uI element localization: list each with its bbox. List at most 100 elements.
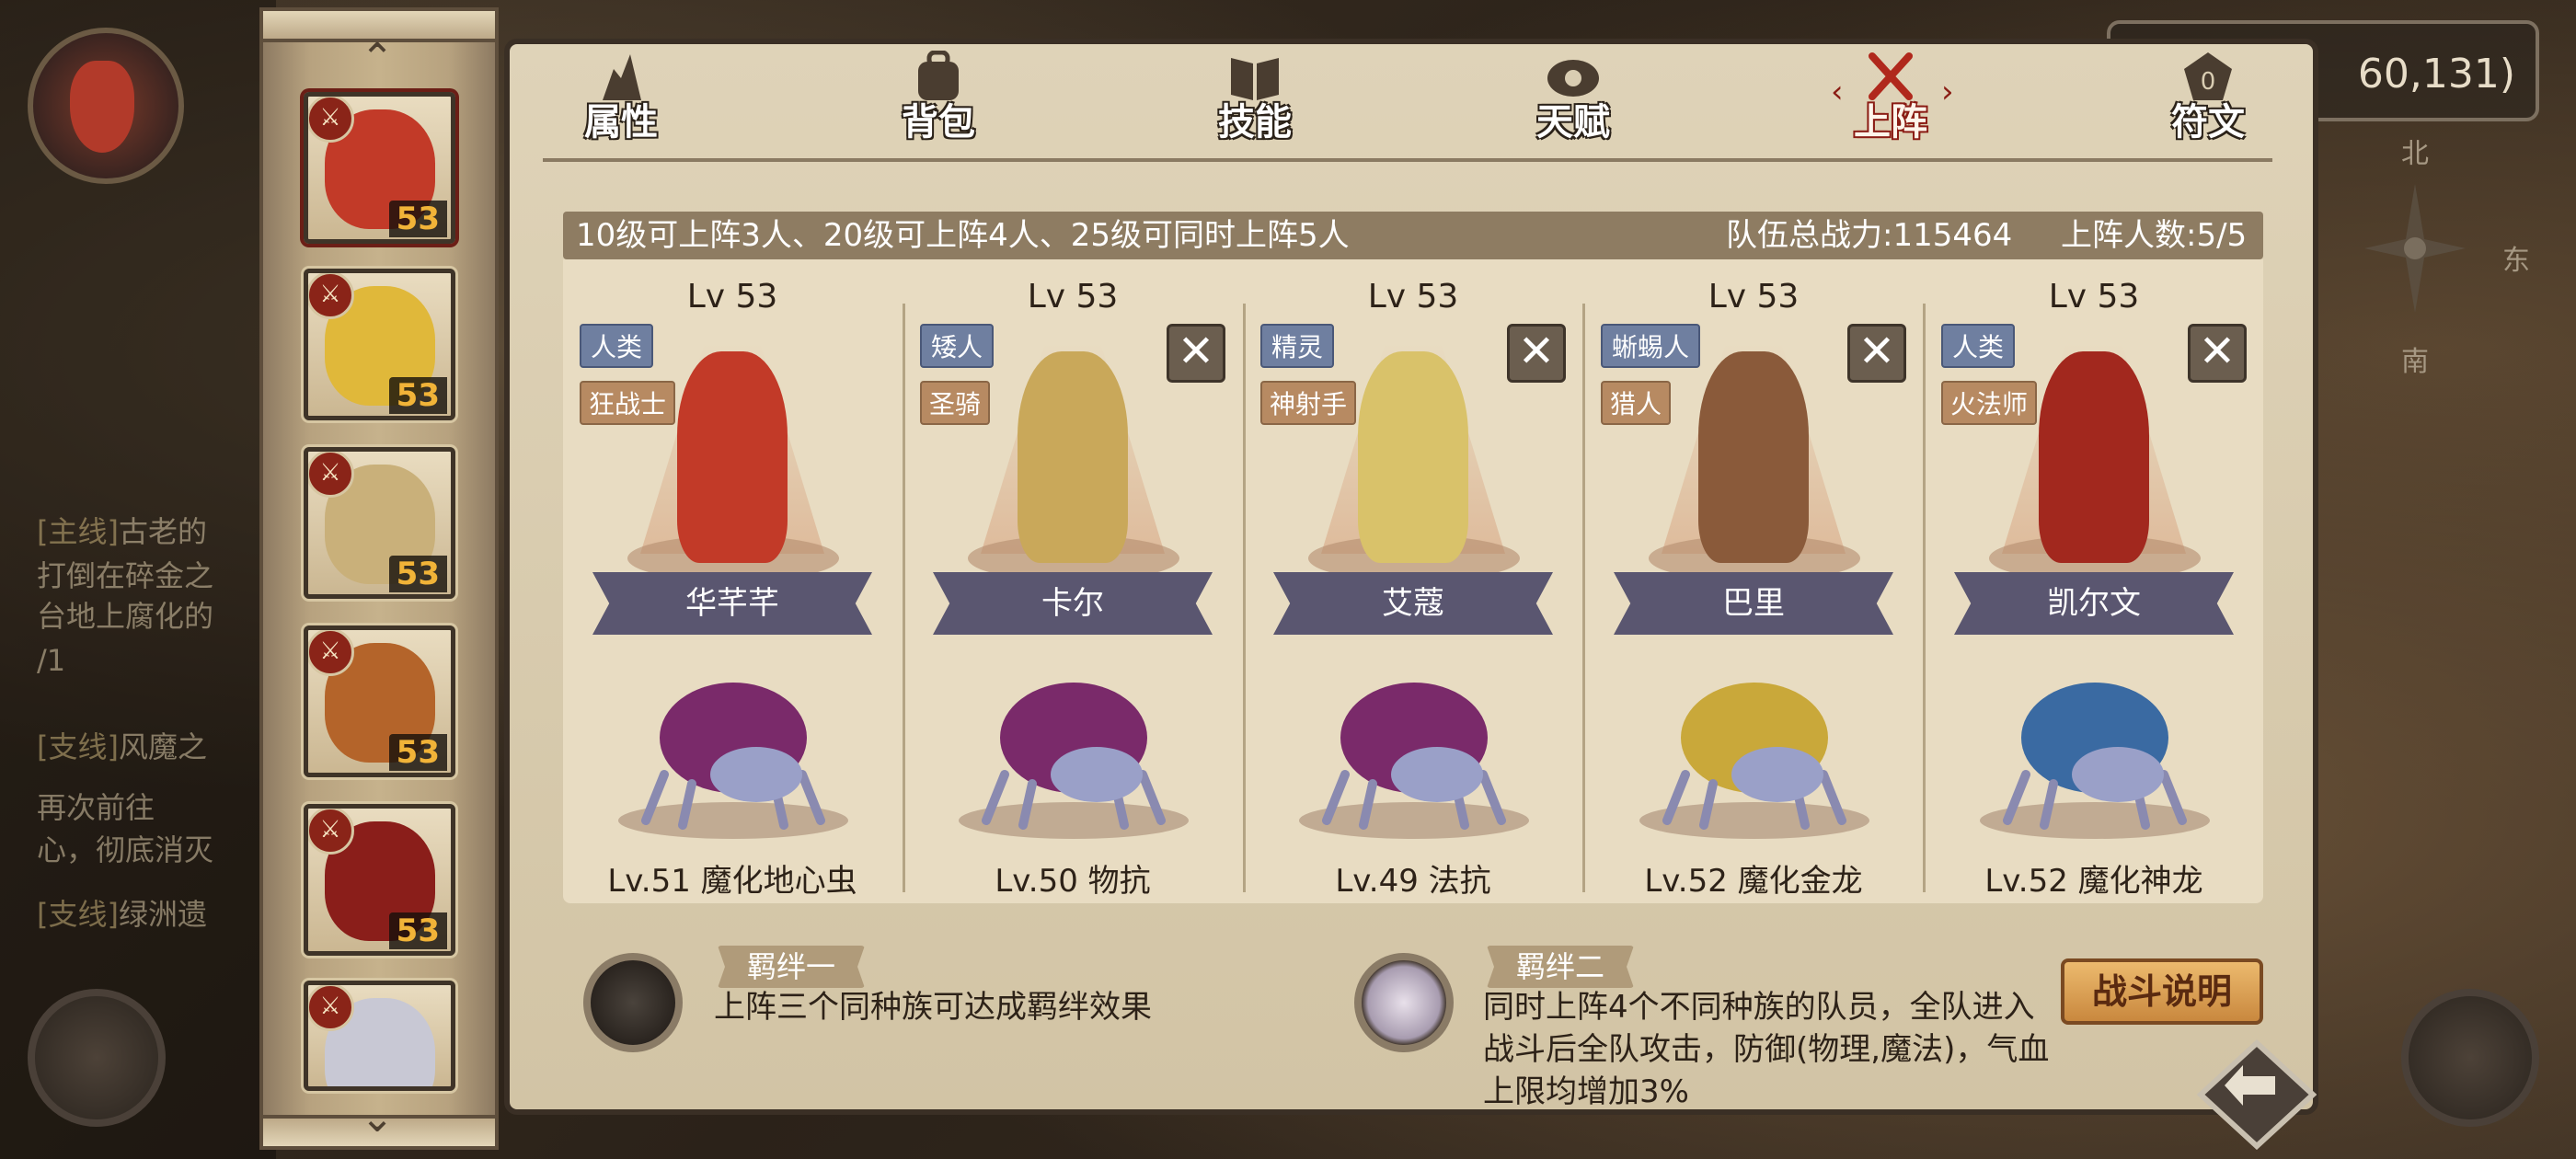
roster-character-slot[interactable]: ⚔ 53 (304, 269, 455, 420)
member-level: Lv 53 (1027, 278, 1119, 316)
tab-attributes[interactable]: 属性 (538, 51, 704, 152)
pet-figure[interactable] (1649, 664, 1860, 830)
race-badge: 人类 (1941, 324, 2016, 368)
attribute-icon (603, 54, 641, 100)
race-badge: 人类 (580, 324, 654, 368)
quest-entry-text: 打倒在碎金之 (37, 558, 214, 593)
roster-character-slot[interactable]: ⚔ (304, 981, 455, 1091)
tab-divider (543, 158, 2272, 162)
pet-figure[interactable] (627, 664, 839, 830)
class-badge: 圣骑 (920, 381, 991, 425)
remove-member-button[interactable]: ✕ (1167, 324, 1225, 383)
hero-figure (1018, 351, 1128, 563)
tab-skills[interactable]: 技能 (1172, 51, 1338, 152)
backpack-icon (918, 51, 959, 100)
bond-two-title: 羁绊二 (1487, 946, 1635, 988)
pet-name: Lv.52 魔化金龙 (1644, 863, 1863, 900)
bond-one-icon[interactable] (583, 953, 683, 1052)
battle-info-button[interactable]: 战斗说明 (2061, 958, 2263, 1025)
member-name: 巴里 (1722, 585, 1785, 622)
tab-label: 天赋 (1536, 101, 1610, 143)
active-tab-left-marker-icon: ‹ (1831, 74, 1844, 110)
quest-entry-text: 再次前往 (37, 790, 155, 825)
team-member-slot[interactable]: Lv 53 精灵 神射手 ✕ 艾蔻 Lv.49 法抗 (1244, 259, 1582, 903)
bond-one-title: 羁绊一 (718, 946, 866, 988)
crossed-swords-icon (1869, 52, 1913, 100)
character-level: 53 (388, 201, 447, 237)
quest-entry[interactable]: [支线]风魔之 (37, 727, 276, 767)
class-icon: ⚔ (308, 452, 354, 498)
member-name-banner: 卡尔 (933, 572, 1213, 635)
team-member-slot[interactable]: Lv 53 人类 狂战士 华芊芊 Lv.51 魔化地心虫 (563, 259, 902, 903)
remove-member-button[interactable]: ✕ (1847, 324, 1906, 383)
pet-figure[interactable] (1989, 664, 2201, 830)
member-level: Lv 53 (686, 278, 778, 316)
tab-label: 属性 (584, 101, 658, 143)
roster-character-slot[interactable]: ⚔ 53 (304, 804, 455, 956)
roster-character-slot[interactable]: ⚔ 53 (304, 625, 455, 777)
member-name: 华芊芊 (685, 585, 779, 622)
pet-name: Lv.49 法抗 (1335, 863, 1491, 900)
character-level: 53 (388, 556, 447, 592)
hero-figure (677, 351, 788, 563)
lineup-count-label: 上阵人数:5/5 (2061, 217, 2248, 254)
race-badge: 蜥蜴人 (1601, 324, 1701, 368)
bond-two-text-line: 上限均增加3% (1483, 1073, 1689, 1110)
back-arrow-icon[interactable] (2197, 1039, 2317, 1150)
compass-rose-icon (2364, 184, 2466, 313)
remove-member-button[interactable]: ✕ (2188, 324, 2247, 383)
member-name-banner: 艾蔻 (1273, 572, 1553, 635)
member-name-banner: 巴里 (1614, 572, 1893, 635)
tab-talent[interactable]: 天赋 (1490, 51, 1656, 152)
active-tab-right-marker-icon: › (1941, 74, 1954, 110)
pet-name: Lv.52 魔化神龙 (1984, 863, 2203, 900)
class-icon: ⚔ (308, 985, 354, 1031)
tab-runes[interactable]: 0 符文 (2125, 51, 2291, 152)
compass-east: 东 (2502, 245, 2530, 277)
class-icon: ⚔ (308, 97, 354, 143)
skill-book-icon (1231, 58, 1279, 100)
pet-name: Lv.51 魔化地心虫 (607, 863, 857, 900)
race-badge: 矮人 (920, 324, 995, 368)
quest-entry[interactable]: [主线]古老的 (37, 511, 276, 552)
team-member-slot[interactable]: Lv 53 人类 火法师 ✕ 凯尔文 Lv.52 魔化神龙 (1925, 259, 2263, 903)
member-name: 凯尔文 (2047, 585, 2141, 622)
team-member-slot[interactable]: Lv 53 矮人圣骑 ✕ 卡尔 Lv.50 物抗 (903, 259, 1242, 903)
remove-member-button[interactable]: ✕ (1507, 324, 1566, 383)
compass-north: 北 (2401, 138, 2429, 170)
character-level: 53 (388, 734, 447, 771)
member-name-banner: 华芊芊 (592, 572, 872, 635)
hero-figure (1698, 351, 1809, 563)
player-avatar[interactable] (28, 28, 184, 184)
scroll-up-icon[interactable]: ⌃ (350, 39, 405, 79)
bond-two-icon[interactable] (1354, 953, 1454, 1052)
team-power-label: 队伍总战力:115464 (1726, 217, 2013, 254)
pet-figure[interactable] (1308, 664, 1520, 830)
member-name: 艾蔻 (1382, 585, 1444, 622)
roster-character-slot[interactable]: ⚔ 53 (304, 447, 455, 599)
pet-name: Lv.50 物抗 (995, 863, 1151, 900)
pet-figure[interactable] (968, 664, 1179, 830)
compass-south: 南 (2401, 346, 2429, 378)
character-level: 53 (388, 377, 447, 414)
member-level: Lv 53 (1708, 278, 1800, 316)
quest-entry-text: 台地上腐化的 (37, 599, 214, 634)
tab-backpack[interactable]: 背包 (856, 51, 1021, 152)
class-badge: 火法师 (1941, 381, 2038, 425)
bond-one-text: 上阵三个同种族可达成羁绊效果 (714, 989, 1152, 1026)
tab-label: 符文 (2171, 101, 2245, 143)
class-badge: 神射手 (1260, 381, 1357, 425)
team-member-slot[interactable]: Lv 53 蜥蜴人 猎人 ✕ 巴里 Lv.52 魔化金龙 (1584, 259, 1923, 903)
quest-entry[interactable]: [支线]绿洲遗 (37, 894, 276, 935)
roster-character-slot[interactable]: ⚔ 53 (304, 92, 455, 244)
home-button[interactable] (2401, 989, 2539, 1127)
quest-entry-text: 心，彻底消灭 (37, 832, 214, 867)
tab-label: 背包 (902, 101, 975, 143)
map-button[interactable] (28, 989, 166, 1127)
scroll-down-icon[interactable]: ⌄ (350, 1098, 405, 1139)
bond-two-text-line: 战斗后全队攻击，防御(物理,魔法)，气血 (1483, 1031, 2050, 1068)
race-badge: 精灵 (1260, 324, 1335, 368)
talent-icon (1547, 60, 1599, 97)
tab-label: 技能 (1218, 101, 1292, 143)
rune-icon: 0 (2184, 52, 2232, 100)
